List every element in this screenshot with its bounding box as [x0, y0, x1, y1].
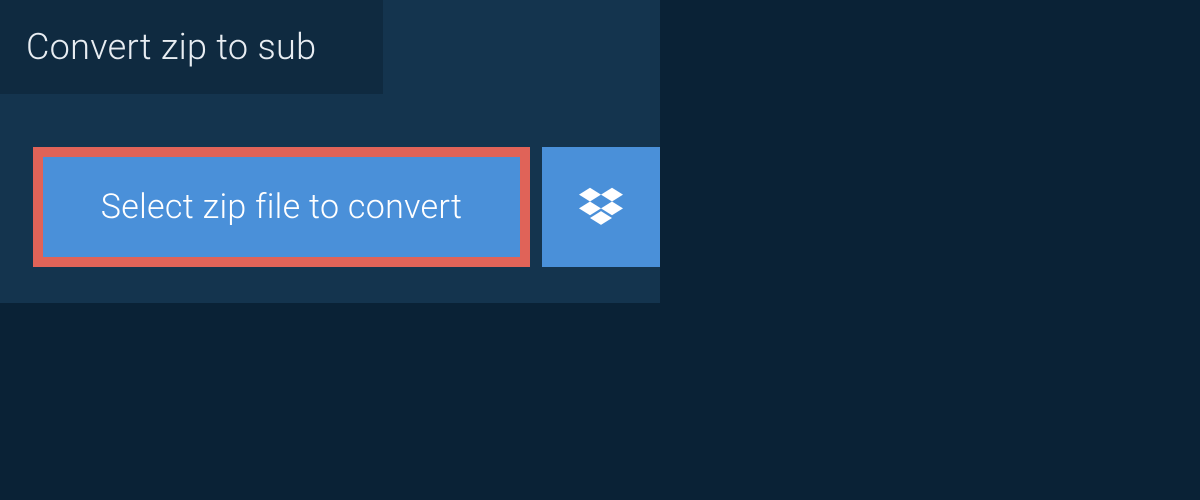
- select-file-button-label: Select zip file to convert: [101, 187, 462, 227]
- tab-label: Convert zip to sub: [26, 26, 316, 68]
- converter-panel: Convert zip to sub Select zip file to co…: [0, 0, 660, 303]
- select-file-button[interactable]: Select zip file to convert: [33, 147, 530, 267]
- dropbox-button[interactable]: [542, 147, 660, 267]
- button-row: Select zip file to convert: [33, 147, 660, 267]
- converter-tab[interactable]: Convert zip to sub: [0, 0, 383, 94]
- dropbox-icon: [579, 185, 623, 229]
